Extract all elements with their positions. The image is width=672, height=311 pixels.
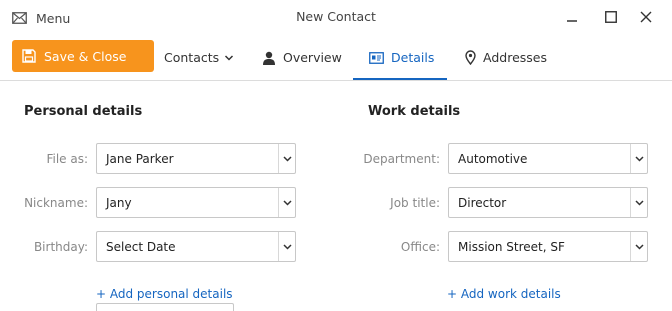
add-personal-details-link[interactable]: + Add personal details [96, 287, 233, 301]
birthday-value: Select Date [106, 239, 176, 254]
file-as-value: Jane Parker [106, 151, 174, 166]
job-title-select[interactable]: Director [448, 187, 648, 218]
title-bar: Menu New Contact [0, 0, 672, 34]
nickname-select[interactable]: Jany [96, 187, 296, 218]
tab-details[interactable]: Details [369, 34, 434, 81]
close-icon [640, 11, 652, 23]
id-card-icon [369, 51, 384, 64]
chevron-down-icon [278, 188, 295, 217]
chevron-down-icon [278, 232, 295, 261]
tab-contacts-label: Contacts [164, 50, 220, 65]
work-details-title: Work details [368, 104, 461, 119]
office-label: Office: [400, 240, 440, 254]
minimize-button[interactable] [560, 6, 584, 28]
chevron-down-icon [630, 188, 647, 217]
close-button[interactable] [634, 6, 658, 28]
toolbar: Save & Close Contacts Overview Details A… [0, 34, 672, 81]
tab-overview-label: Overview [283, 50, 342, 65]
chevron-down-icon [225, 54, 234, 61]
maximize-icon [605, 11, 617, 23]
save-icon [22, 49, 36, 63]
chevron-down-icon [630, 144, 647, 173]
job-title-label: Job title: [390, 196, 440, 210]
department-label: Department: [363, 152, 440, 166]
chevron-down-icon [278, 144, 295, 173]
tab-addresses-label: Addresses [483, 50, 547, 65]
add-work-details-link[interactable]: + Add work details [447, 287, 561, 301]
personal-details-title: Personal details [24, 104, 143, 119]
office-select[interactable]: Mission Street, SF [448, 231, 648, 262]
nickname-value: Jany [106, 195, 132, 210]
department-select[interactable]: Automotive [448, 143, 648, 174]
minimize-icon [567, 20, 577, 22]
maximize-button[interactable] [599, 6, 623, 28]
dropdown-popup-partial [96, 303, 234, 311]
file-as-label: File as: [46, 152, 88, 166]
person-icon [263, 51, 275, 65]
department-value: Automotive [458, 151, 528, 166]
tab-contacts[interactable]: Contacts [164, 34, 234, 81]
job-title-value: Director [458, 195, 507, 210]
map-pin-icon [465, 50, 476, 65]
file-as-select[interactable]: Jane Parker [96, 143, 296, 174]
birthday-select[interactable]: Select Date [96, 231, 296, 262]
save-close-label: Save & Close [44, 48, 127, 64]
active-tab-indicator [353, 78, 447, 80]
office-value: Mission Street, SF [458, 239, 565, 254]
tab-addresses[interactable]: Addresses [465, 34, 547, 81]
tab-details-label: Details [391, 50, 435, 65]
tab-overview[interactable]: Overview [262, 34, 342, 81]
chevron-down-icon [630, 232, 647, 261]
birthday-label: Birthday: [33, 240, 88, 254]
save-close-button[interactable]: Save & Close [12, 40, 154, 72]
nickname-label: Nickname: [24, 196, 88, 210]
